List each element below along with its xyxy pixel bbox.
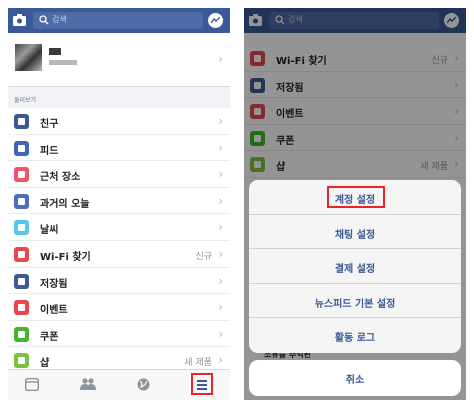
chevron-right-icon: › (218, 167, 223, 182)
menu-hamburger-icon[interactable] (191, 373, 213, 395)
chevron-right-icon: › (218, 326, 223, 341)
menu-item-friends[interactable]: 친구 › (8, 108, 230, 135)
menu-item-nearby-places[interactable]: 근처 장소 › (8, 161, 230, 188)
news-feed-icon[interactable] (25, 378, 39, 391)
chevron-right-icon: › (218, 140, 223, 155)
menu-item-label: 친구 (40, 119, 59, 130)
cancel-button[interactable]: 취소 (249, 360, 461, 396)
menu-item-saved[interactable]: 저장됨 › (8, 267, 230, 295)
top-bar: 검색 (8, 8, 230, 33)
menu-item-on-this-day[interactable]: 과거의 오늘 › (8, 187, 230, 215)
highlight-box (327, 186, 385, 208)
search-placeholder: 검색 (52, 15, 67, 24)
calendar-icon (14, 300, 29, 316)
globe-icon[interactable] (137, 378, 150, 391)
feed-icon (14, 140, 29, 156)
menu-item-label: 날씨 (40, 225, 59, 237)
chevron-right-icon: › (218, 193, 223, 208)
friends-tab-icon[interactable] (80, 378, 96, 390)
clock-icon (14, 193, 29, 209)
cancel-label: 취소 (345, 375, 365, 386)
profile-name (49, 48, 61, 55)
camera-icon[interactable] (13, 14, 26, 26)
menu-item-badge: 새 제품 (184, 358, 212, 369)
menu-item-coupons[interactable]: 쿠폰 › (8, 320, 230, 348)
menu-item-weather[interactable]: 날씨 › (8, 214, 230, 241)
menu-item-label: 쿠폰 (40, 331, 59, 343)
facebook-menu-screen: 검색 › 둘러보기 친구 › 피드 › 근처 장소 › 과거의 오늘 › 날씨 › Wi-… (8, 8, 230, 400)
chevron-right-icon: › (218, 300, 223, 315)
menu-item-label: 이벤트 (40, 305, 68, 317)
payment-settings-option[interactable]: 결제 설정 (249, 249, 461, 284)
section-header: 둘러보기 (8, 86, 230, 109)
chat-settings-option[interactable]: 채팅 설정 (249, 215, 461, 250)
location-pin-icon (14, 167, 29, 183)
menu-item-label: 저장됨 (40, 278, 68, 290)
menu-item-label: 샵 (40, 358, 50, 370)
chevron-right-icon: › (218, 273, 223, 288)
chevron-right-icon: › (218, 246, 223, 261)
chevron-right-icon: › (218, 353, 223, 368)
avatar (15, 44, 42, 71)
profile-row[interactable]: › (8, 33, 230, 86)
bottom-tab-bar (8, 369, 230, 400)
chevron-right-icon: › (218, 52, 223, 66)
chevron-right-icon: › (218, 220, 223, 235)
option-label: 결제 설정 (334, 264, 376, 276)
option-label: 뉴스피드 기본 설정 (314, 298, 396, 310)
menu-list: 친구 › 피드 › 근처 장소 › 과거의 오늘 › 날씨 › Wi-Fi 찾기 신규 › 저… (8, 108, 230, 374)
section-header-label: 둘러보기 (14, 97, 37, 104)
wifi-icon (14, 246, 29, 262)
option-label: 활동 로그 (334, 333, 376, 345)
search-input[interactable]: 검색 (33, 12, 203, 29)
action-sheet: 계정 설정 채팅 설정 결제 설정 뉴스피드 기본 설정 활동 로그 (249, 180, 461, 353)
search-icon (39, 15, 49, 25)
account-settings-option[interactable]: 계정 설정 (249, 180, 461, 215)
profile-subtitle (49, 60, 77, 65)
coupon-icon (14, 326, 29, 342)
activity-log-option[interactable]: 활동 로그 (249, 318, 461, 353)
menu-item-events[interactable]: 이벤트 › (8, 294, 230, 321)
bookmark-icon (14, 273, 29, 289)
menu-item-badge: 신규 (195, 251, 212, 262)
news-feed-preferences-option[interactable]: 뉴스피드 기본 설정 (249, 284, 461, 319)
messenger-icon[interactable] (208, 13, 223, 28)
menu-item-find-wifi[interactable]: Wi-Fi 찾기 신규 › (8, 240, 230, 268)
friends-icon (14, 114, 29, 129)
chevron-right-icon: › (218, 114, 223, 128)
settings-action-sheet-screen: 검색 Wi-Fi 찾기 신규 › 저장됨 › 이벤트 › 쿠폰 › 샵새 제품 › 소유를 … (244, 8, 466, 400)
menu-item-feed[interactable]: 피드 › (8, 134, 230, 162)
weather-icon (14, 220, 29, 236)
shop-icon (14, 353, 29, 369)
menu-item-label: Wi-Fi 찾기 (40, 251, 91, 263)
menu-item-label: 과거의 오늘 (40, 198, 90, 210)
menu-item-label: 근처 장소 (40, 172, 81, 184)
menu-item-label: 피드 (40, 145, 59, 157)
option-label: 채팅 설정 (334, 229, 376, 241)
